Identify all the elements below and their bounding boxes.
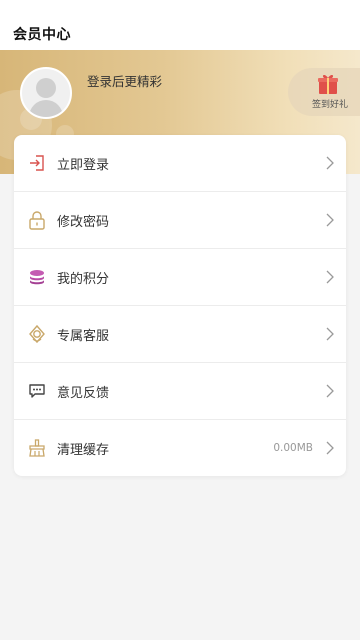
coins-icon <box>30 270 44 285</box>
chat-bubble-icon <box>29 384 45 398</box>
lock-icon <box>29 211 45 230</box>
avatar-body <box>29 100 63 117</box>
login-icon <box>30 155 44 171</box>
menu-item-label: 清理缓存 <box>57 443 110 458</box>
menu-item-label: 意见反馈 <box>57 386 110 401</box>
menu-item-login[interactable]: 立即登录 <box>14 135 346 192</box>
chevron-right-icon <box>326 213 334 227</box>
menu-item-cache[interactable]: 清理缓存 0.00MB <box>14 420 346 477</box>
chevron-right-icon <box>326 327 334 341</box>
avatar[interactable] <box>20 67 72 119</box>
page-title: 会员中心 <box>13 27 71 43</box>
chevron-right-icon <box>326 156 334 170</box>
menu-item-label: 我的积分 <box>57 272 110 287</box>
avatar-head <box>36 78 56 98</box>
menu-item-password[interactable]: 修改密码 <box>14 192 346 249</box>
customer-service-icon <box>29 324 45 344</box>
chevron-right-icon <box>326 270 334 284</box>
signin-label: 签到好礼 <box>312 100 349 110</box>
menu-item-label: 专属客服 <box>57 329 110 344</box>
broom-icon <box>29 439 45 457</box>
menu-item-label: 立即登录 <box>57 158 110 173</box>
signin-gift-button[interactable]: 签到好礼 <box>288 68 360 116</box>
gift-icon <box>318 74 338 94</box>
cache-size-value: 0.00MB <box>273 442 313 454</box>
menu-item-points[interactable]: 我的积分 <box>14 249 346 306</box>
chevron-right-icon <box>326 441 334 455</box>
top-bar: 会员中心 <box>0 0 360 50</box>
menu-item-service[interactable]: 专属客服 <box>14 306 346 363</box>
menu-card: 立即登录 修改密码 我的积分 专属客服 意见反馈 清理缓存 0.00MB <box>14 135 346 476</box>
menu-item-label: 修改密码 <box>57 215 110 230</box>
login-prompt[interactable]: 登录后更精彩 <box>87 71 162 90</box>
menu-item-feedback[interactable]: 意见反馈 <box>14 363 346 420</box>
chevron-right-icon <box>326 384 334 398</box>
